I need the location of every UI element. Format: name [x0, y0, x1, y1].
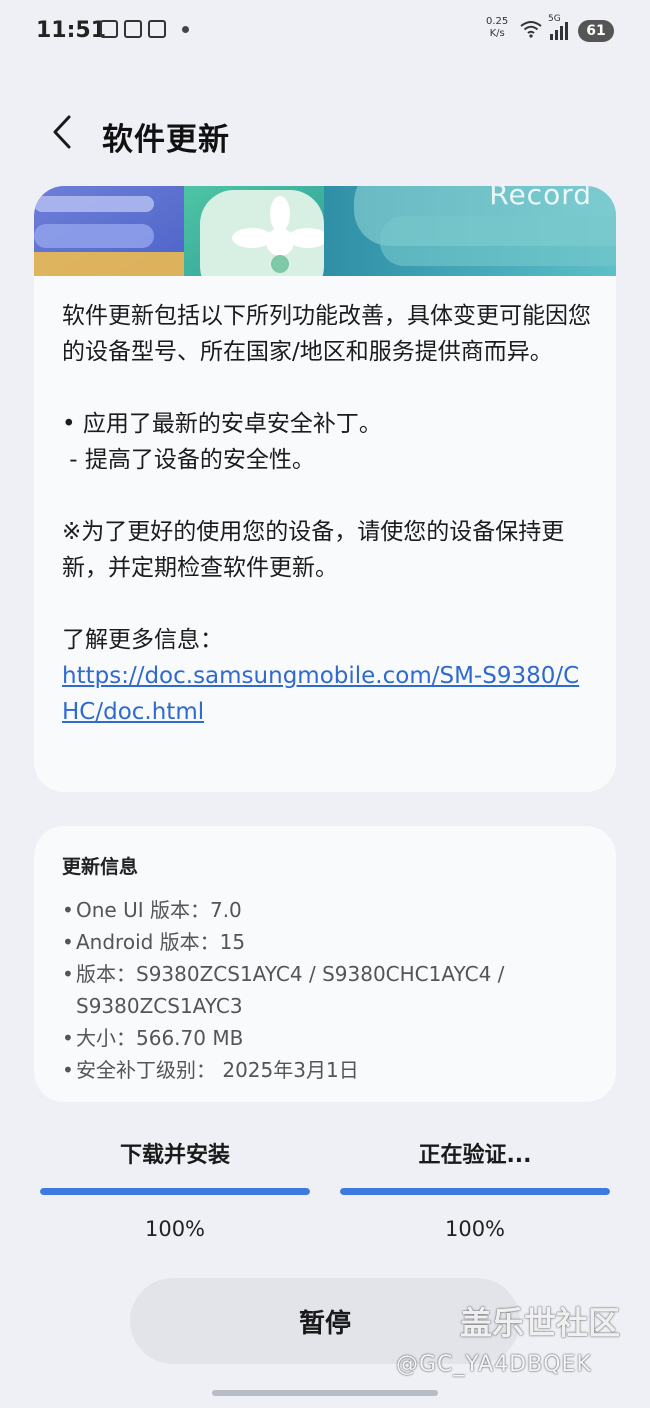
list-item: • Android 版本：15	[62, 926, 602, 958]
status-bar: 11:51 0.25 K/s 5G 61	[0, 0, 650, 64]
list-item: • 版本：S9380ZCS1AYC4 / S9380CHC1AYC4 / S938…	[62, 958, 602, 1022]
download-progress-fill	[40, 1188, 310, 1195]
chevron-left-icon	[53, 115, 71, 149]
back-button[interactable]	[42, 110, 82, 154]
android-version: Android 版本：15	[76, 930, 246, 954]
verify-progress-percent: 100%	[444, 1217, 506, 1241]
update-size: 大小：566.70 MB	[76, 1026, 244, 1050]
app-header: 软件更新	[0, 96, 650, 172]
release-notes-body: 软件更新包括以下所列功能改善，具体变更可能因您的设备型号、所在国家/地区和服务提…	[62, 298, 592, 730]
status-time: 11:51	[36, 18, 107, 43]
network-speed-value: 0.25	[486, 16, 509, 27]
update-info-list: • One UI 版本：7.0 • Android 版本：15 • 版本：S9380Z…	[62, 894, 602, 1086]
download-progress-label: 下载并安装	[119, 1143, 230, 1168]
network-speed-unit: K/s	[489, 28, 505, 39]
banner-caption: Record	[489, 186, 592, 211]
build-version: 版本：S9380ZCS1AYC4 / S9380CHC1AYC4 / S9380…	[76, 962, 505, 1018]
update-info-title: 更新信息	[62, 856, 139, 878]
more-info-label: 了解更多信息：	[62, 627, 223, 653]
home-indicator[interactable]	[212, 1390, 438, 1396]
list-item: • 安全补丁级别： 2025年3月1日	[62, 1054, 602, 1086]
feature-banner: Record	[34, 186, 616, 276]
signal-icon	[550, 20, 568, 40]
verify-progress-bar	[340, 1188, 610, 1195]
community-watermark: 盖乐世社区	[460, 1304, 621, 1342]
download-progress-bar	[40, 1188, 310, 1195]
release-intro: 软件更新包括以下所列功能改善，具体变更可能因您的设备型号、所在国家/地区和服务提…	[62, 303, 591, 365]
update-info-card: 更新信息 • One UI 版本：7.0 • Android 版本：15 • 版本：S…	[34, 826, 616, 1102]
download-progress: 下载并安装 100%	[40, 1140, 310, 1241]
battery-icon: 61	[578, 20, 614, 42]
verify-progress: 正在验证... 100%	[340, 1140, 610, 1241]
security-patch-level: 安全补丁级别： 2025年3月1日	[76, 1058, 359, 1082]
notification-icon	[100, 20, 118, 38]
page-title: 软件更新	[102, 122, 230, 158]
list-item: • 大小：566.70 MB	[62, 1022, 602, 1054]
verify-progress-label: 正在验证...	[418, 1143, 532, 1168]
user-watermark: @GC_YA4DBQEK	[396, 1352, 592, 1377]
release-sub-item: - 提高了设备的安全性。	[62, 447, 315, 473]
more-info-link[interactable]: https://doc.samsungmobile.com/SM-S9380/C…	[62, 663, 579, 725]
notification-icon	[148, 20, 166, 38]
more-notifications-dot	[182, 25, 189, 33]
list-item: • One UI 版本：7.0	[62, 894, 602, 926]
download-progress-percent: 100%	[144, 1217, 206, 1241]
network-speed: 0.25 K/s	[486, 16, 508, 40]
release-note: ※为了更好的使用您的设备，请使您的设备保持更新，并定期检查软件更新。	[62, 519, 565, 581]
verify-progress-fill	[340, 1188, 610, 1195]
release-item: • 应用了最新的安卓安全补丁。	[62, 411, 382, 437]
one-ui-version: One UI 版本：7.0	[76, 898, 242, 922]
notification-icons	[100, 20, 189, 38]
notification-icon	[124, 20, 142, 38]
release-notes-card: Record 软件更新包括以下所列功能改善，具体变更可能因您的设备型号、所在国家…	[34, 186, 616, 792]
wifi-icon	[520, 20, 542, 43]
